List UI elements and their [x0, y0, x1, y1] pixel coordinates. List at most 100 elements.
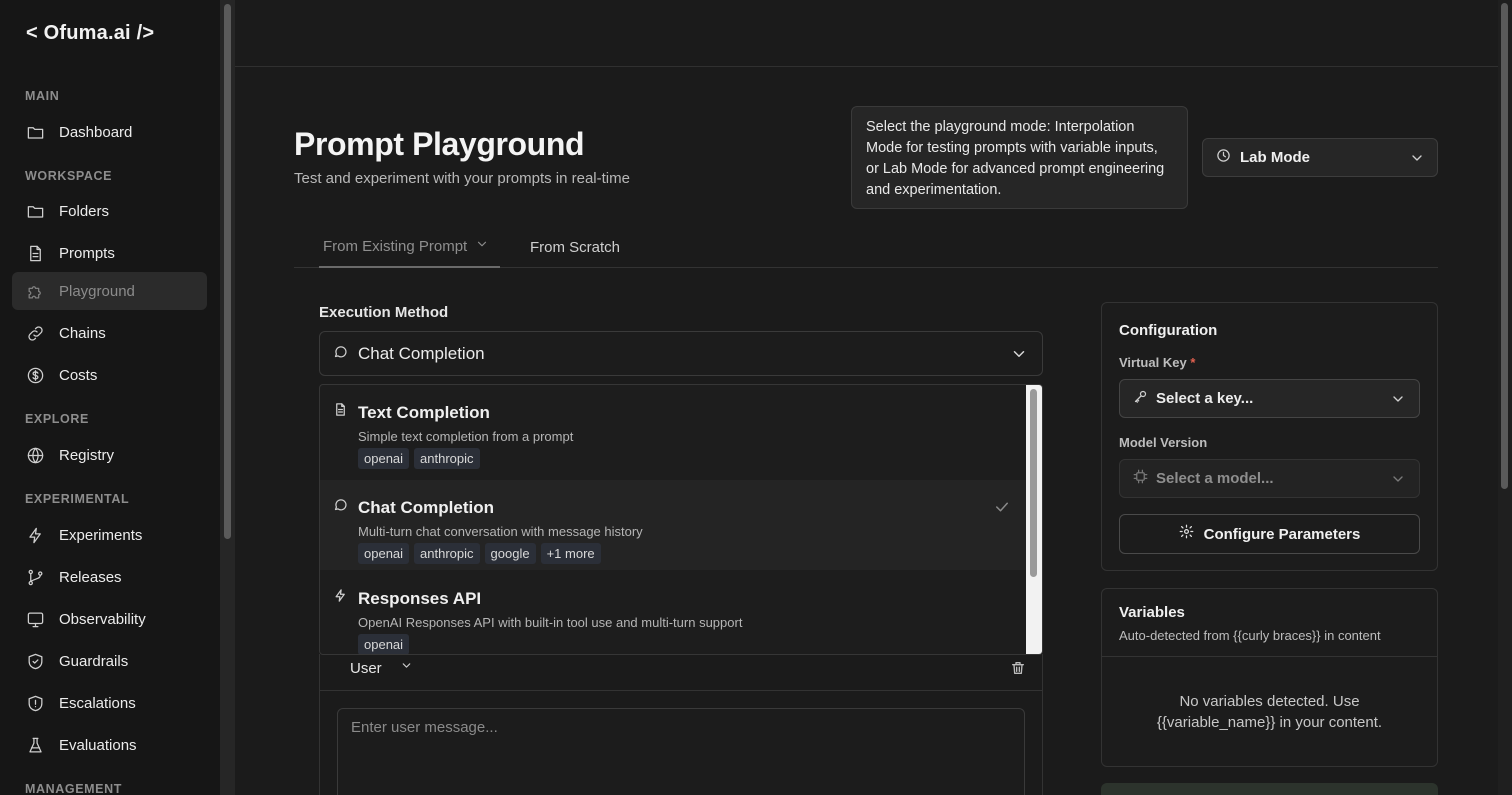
gear-icon	[1179, 524, 1194, 544]
configure-parameters-label: Configure Parameters	[1203, 525, 1361, 543]
page-subtitle: Test and experiment with your prompts in…	[294, 170, 630, 187]
source-tabs: From Existing Prompt From Scratch	[294, 226, 1438, 268]
option-description: OpenAI Responses API with built-in tool …	[358, 615, 743, 630]
chat-bubble-icon	[333, 344, 348, 364]
sidebar-item-guardrails[interactable]: Guardrails	[12, 642, 207, 680]
chevron-down-icon	[1390, 471, 1406, 492]
message-role-row: User	[320, 654, 1042, 691]
tab-from-scratch[interactable]: From Scratch	[530, 226, 620, 268]
option-text-completion[interactable]: Text Completion Simple text completion f…	[320, 385, 1027, 475]
sidebar-item-label: Observability	[59, 610, 146, 628]
sidebar-item-observability[interactable]: Observability	[12, 600, 207, 638]
sidebar-item-label: Playground	[59, 282, 135, 300]
page-scrollbar[interactable]	[1498, 0, 1512, 795]
mode-tooltip: Select the playground mode: Interpolatio…	[851, 106, 1188, 209]
sidebar-item-label: Prompts	[59, 244, 115, 262]
sidebar-scrollbar-thumb[interactable]	[224, 4, 231, 539]
section-label-management: MANAGEMENT	[25, 782, 122, 795]
page-scrollbar-thumb[interactable]	[1501, 3, 1508, 489]
sidebar-item-releases[interactable]: Releases	[12, 558, 207, 596]
empty-state-line: No variables detected. Use	[1179, 693, 1360, 710]
sidebar-item-label: Costs	[59, 366, 98, 384]
configuration-title: Configuration	[1119, 322, 1218, 339]
message-editor: User	[319, 654, 1043, 795]
check-icon	[993, 498, 1011, 521]
provider-tags: openai anthropic google +1 more	[358, 543, 601, 564]
dollar-circle-icon	[26, 366, 45, 385]
sidebar-item-dashboard[interactable]: Dashboard	[12, 113, 207, 151]
virtual-key-label: Virtual Key *	[1119, 355, 1195, 370]
dropdown-scrollbar[interactable]	[1026, 385, 1042, 654]
sidebar-item-prompts[interactable]: Prompts	[12, 234, 207, 272]
execution-method-dropdown: Text Completion Simple text completion f…	[319, 384, 1043, 655]
delete-message-icon[interactable]	[1010, 660, 1026, 681]
option-title: Responses API	[358, 589, 482, 608]
option-description: Simple text completion from a prompt	[358, 429, 574, 444]
sidebar-item-label: Folders	[59, 202, 110, 220]
sidebar-item-chains[interactable]: Chains	[12, 314, 207, 352]
sidebar-item-costs[interactable]: Costs	[12, 356, 207, 394]
folder-icon	[26, 202, 45, 221]
sidebar-item-label: Guardrails	[59, 652, 129, 670]
execution-method-select[interactable]: Chat Completion	[319, 331, 1043, 376]
sidebar-item-registry[interactable]: Registry	[12, 436, 207, 474]
sidebar-item-label: Experiments	[59, 526, 143, 544]
execution-method-value: Chat Completion	[358, 343, 485, 363]
provider-tag: google	[484, 543, 536, 564]
sidebar-item-playground[interactable]: Playground	[12, 272, 207, 310]
provider-tag: openai	[358, 543, 410, 564]
mode-select-value: Lab Mode	[1240, 149, 1310, 166]
shield-check-icon	[26, 652, 45, 671]
lightning-icon	[26, 526, 45, 545]
sidebar-scrollbar[interactable]	[220, 0, 235, 795]
provider-tag-more: +1 more	[540, 543, 601, 564]
message-role-select[interactable]: User	[350, 659, 413, 677]
option-responses-api[interactable]: Responses API OpenAI Responses API with …	[320, 571, 1027, 654]
virtual-key-select[interactable]: Select a key...	[1119, 379, 1420, 418]
dropdown-scrollbar-thumb[interactable]	[1030, 389, 1037, 577]
option-chat-completion[interactable]: Chat Completion Multi-turn chat conversa…	[320, 480, 1027, 570]
configuration-panel: Configuration Virtual Key * Select a key…	[1101, 302, 1438, 571]
section-label-workspace: WORKSPACE	[25, 169, 113, 183]
chat-bubble-icon	[333, 497, 348, 517]
sidebar-item-evaluations[interactable]: Evaluations	[12, 726, 207, 764]
mode-select[interactable]: Lab Mode	[1202, 138, 1438, 177]
key-icon	[1133, 389, 1148, 409]
sidebar-item-escalations[interactable]: Escalations	[12, 684, 207, 722]
virtual-key-value: Select a key...	[1156, 390, 1254, 407]
message-role-value: User	[350, 659, 382, 677]
folder-icon	[26, 123, 45, 142]
model-version-value: Select a model...	[1156, 470, 1274, 487]
app-logo[interactable]: < Ofuma.ai />	[26, 22, 154, 45]
provider-tags: openai	[358, 634, 410, 654]
provider-tag: openai	[358, 448, 410, 469]
sidebar-item-experiments[interactable]: Experiments	[12, 516, 207, 554]
provider-tags: openai anthropic	[358, 448, 480, 469]
model-version-select[interactable]: Select a model...	[1119, 459, 1420, 498]
document-icon	[26, 244, 45, 263]
provider-tag: anthropic	[414, 543, 480, 564]
provider-tag: anthropic	[414, 448, 480, 469]
sidebar-item-folders[interactable]: Folders	[12, 192, 207, 230]
configure-parameters-button[interactable]: Configure Parameters	[1119, 514, 1420, 554]
user-message-input[interactable]	[337, 708, 1025, 795]
sidebar-item-label: Escalations	[59, 694, 136, 712]
chevron-down-icon	[1390, 391, 1406, 412]
page-title: Prompt Playground	[294, 126, 585, 162]
puzzle-icon	[26, 282, 45, 301]
globe-icon	[26, 446, 45, 465]
execution-method-label: Execution Method	[319, 304, 449, 321]
empty-state-line: {{variable_name}} in your content.	[1156, 714, 1383, 731]
model-version-label: Model Version	[1119, 435, 1208, 450]
divider	[1102, 656, 1437, 657]
run-button[interactable]	[1101, 783, 1438, 795]
tab-from-existing-prompt[interactable]: From Existing Prompt	[319, 226, 500, 268]
top-bar	[235, 0, 1498, 67]
git-branch-icon	[26, 568, 45, 587]
tab-label: From Scratch	[530, 238, 621, 256]
link-icon	[26, 324, 45, 343]
clock-icon	[1216, 148, 1231, 168]
shield-alert-icon	[26, 694, 45, 713]
virtual-key-label-text: Virtual Key	[1119, 355, 1187, 370]
chevron-down-icon	[475, 237, 489, 255]
